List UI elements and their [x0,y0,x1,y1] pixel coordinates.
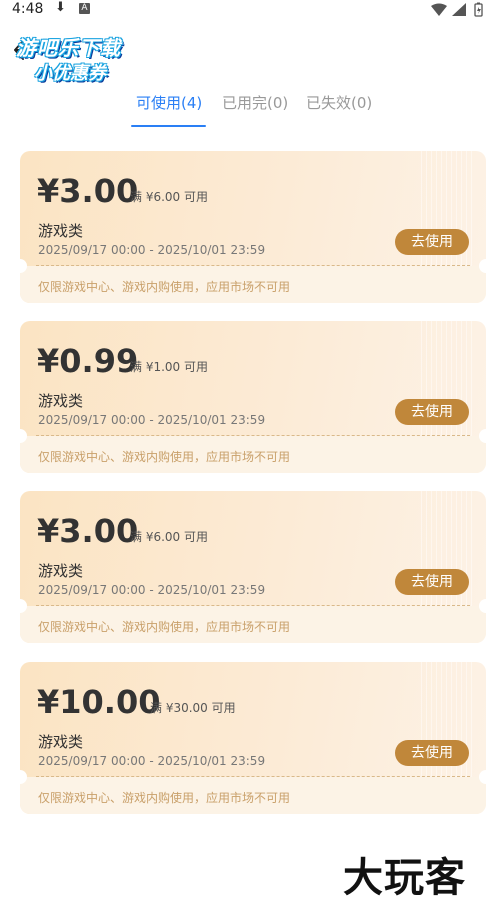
coupon-usage-note: 仅限游戏中心、游戏内购使用，应用市场不可用 [38,450,291,464]
coupon-validity: 2025/09/17 00:00 - 2025/10/01 23:59 [38,413,266,427]
coupon-footer: 仅限游戏中心、游戏内购使用，应用市场不可用 [20,436,486,473]
coupon-category: 游戏类 [38,392,84,410]
coupon-category: 游戏类 [38,562,84,580]
notch-right [479,429,486,443]
use-coupon-button[interactable]: 去使用 [395,399,469,425]
status-time: 4:48 [12,1,44,17]
coupon-condition: 满 ¥30.00 可用 [150,701,236,715]
notch-right [479,770,486,784]
watermark-line2: 小优惠券 [34,63,106,84]
coupon-footer: 仅限游戏中心、游戏内购使用，应用市场不可用 [20,606,486,643]
notch-right [479,259,486,273]
coupon-usage-note: 仅限游戏中心、游戏内购使用，应用市场不可用 [38,791,291,805]
dashed-divider [36,776,470,777]
status-bar: 4:48 ⬇ A [0,0,504,22]
coupon-validity: 2025/09/17 00:00 - 2025/10/01 23:59 [38,583,266,597]
coupon-amount: ¥3.00 [37,172,139,210]
download-icon: ⬇ [55,0,66,15]
coupon-footer: 仅限游戏中心、游戏内购使用，应用市场不可用 [20,266,486,303]
coupon-usage-note: 仅限游戏中心、游戏内购使用，应用市场不可用 [38,620,291,634]
coupon-category: 游戏类 [38,733,84,751]
coupon-condition: 满 ¥1.00 可用 [130,360,208,374]
watermark-logo: 游吧乐下载 小优惠券 [16,32,121,85]
coupon-validity: 2025/09/17 00:00 - 2025/10/01 23:59 [38,243,266,257]
use-coupon-button[interactable]: 去使用 [395,740,469,766]
coupon-condition: 满 ¥6.00 可用 [130,530,208,544]
dashed-divider [36,435,470,436]
active-tab-indicator [131,125,206,127]
dashed-divider [36,265,470,266]
coupon-card: ¥3.00 满 ¥6.00 可用 游戏类 2025/09/17 00:00 - … [20,151,486,303]
coupon-amount: ¥3.00 [37,512,139,550]
status-icons [430,2,488,22]
dashed-divider [36,605,470,606]
tab-expired[interactable]: 已失效(0) [306,92,372,113]
coupon-category: 游戏类 [38,222,84,240]
watermark-line1: 游吧乐下载 [16,36,121,60]
coupon-card: ¥0.99 满 ¥1.00 可用 游戏类 2025/09/17 00:00 - … [20,321,486,473]
brand-watermark: 大玩客 [343,855,466,901]
tab-bar: 可使用(4) 已用完(0) 已失效(0) [0,92,504,132]
wifi-signal-battery-icon [431,2,483,17]
use-coupon-button[interactable]: 去使用 [395,569,469,595]
coupon-footer: 仅限游戏中心、游戏内购使用，应用市场不可用 [20,777,486,814]
tab-available[interactable]: 可使用(4) [136,92,202,113]
coupon-usage-note: 仅限游戏中心、游戏内购使用，应用市场不可用 [38,280,291,294]
tab-used[interactable]: 已用完(0) [222,92,288,113]
coupon-condition: 满 ¥6.00 可用 [130,190,208,204]
coupon-amount: ¥10.00 [37,683,161,721]
header: 游吧乐下载 小优惠券 [0,22,504,85]
notch-right [479,599,486,613]
coupon-validity: 2025/09/17 00:00 - 2025/10/01 23:59 [38,754,266,768]
use-coupon-button[interactable]: 去使用 [395,229,469,255]
coupon-card: ¥3.00 满 ¥6.00 可用 游戏类 2025/09/17 00:00 - … [20,491,486,643]
coupon-card: ¥10.00 满 ¥30.00 可用 游戏类 2025/09/17 00:00 … [20,662,486,814]
app-notification-icon: A [79,3,90,14]
coupon-amount: ¥0.99 [37,342,139,380]
